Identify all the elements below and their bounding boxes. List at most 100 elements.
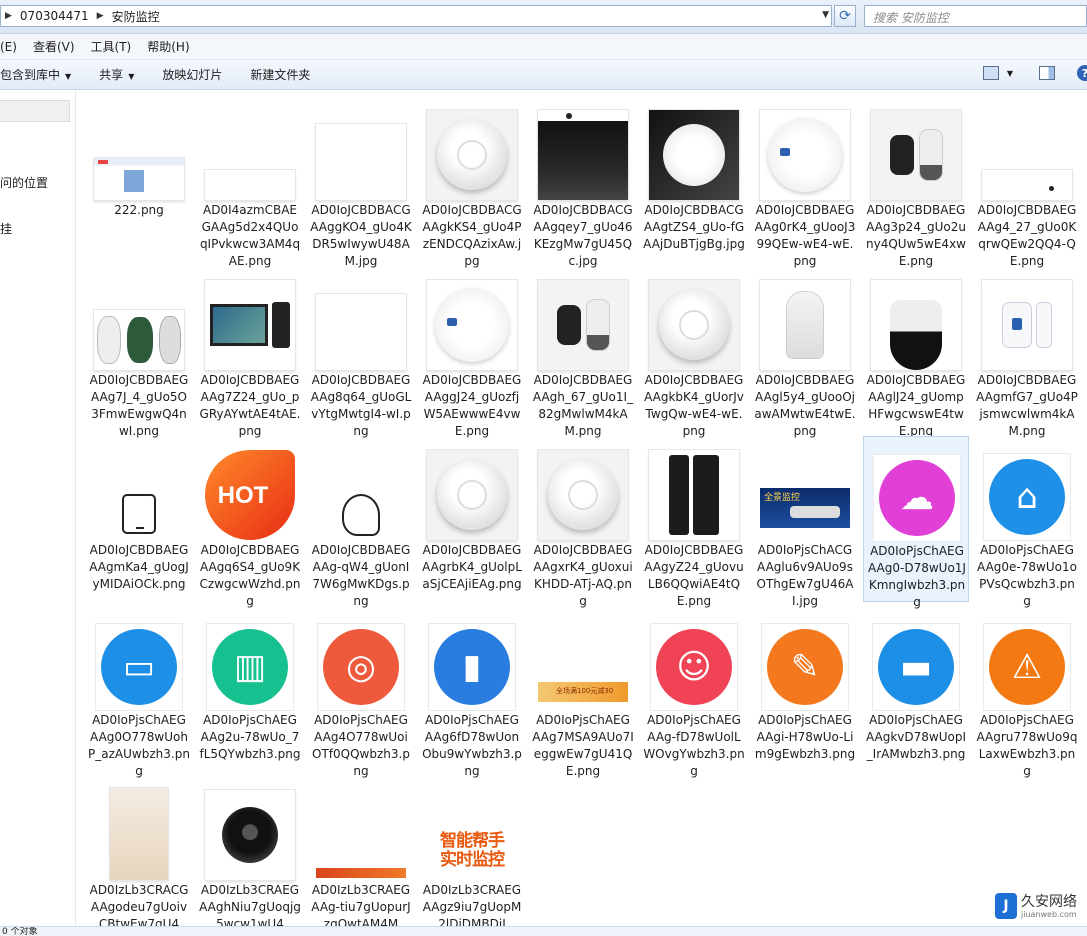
- file-item[interactable]: ▥ AD0IoPjsChAEGAAg2u-78wUo_7fL5QYwbzh3.pn…: [197, 606, 303, 772]
- search-input[interactable]: 搜索 安防监控: [864, 5, 1087, 27]
- file-thumbnail[interactable]: HOT: [205, 446, 295, 540]
- file-name[interactable]: AD0IoPjsChAEGAAg0-D78wUo1JKmngIwbzh3.png: [864, 543, 970, 611]
- file-item[interactable]: AD0IoJCBDBAEGAAggJ24_gUozfjW5AEwwwE4vwE.…: [419, 266, 525, 438]
- file-name[interactable]: AD0IoPjsChACGAAglu6v9AUo9sOThgEw7gU46AI.…: [752, 542, 858, 610]
- file-thumbnail[interactable]: [649, 446, 739, 540]
- file-thumbnail[interactable]: ▬: [871, 616, 961, 710]
- file-item[interactable]: AD0IoJCBDBAEGAAgmfG7_gUo4Pjsmwcwlwm4kAM.…: [974, 266, 1080, 438]
- file-thumbnail[interactable]: [760, 276, 850, 370]
- file-name[interactable]: AD0IoPjsChAEGAAgru778wUo9qLaxwEwbzh3.png: [974, 712, 1080, 780]
- file-thumbnail[interactable]: [316, 786, 406, 880]
- nav-item-recent-places[interactable]: 问的位置: [0, 174, 48, 191]
- file-name[interactable]: AD0IoJCBDBAEGAAgh_67_gUo1I_82gMwlwM4kAM.…: [530, 372, 636, 440]
- file-name[interactable]: AD0IoJCBDBAEGAAg7J_4_gUo5O3FmwEwgwQ4nwI.…: [86, 372, 192, 440]
- chevron-down-icon[interactable]: ▼: [1007, 69, 1013, 78]
- file-thumbnail[interactable]: 全景监控: [760, 446, 850, 540]
- file-name[interactable]: AD0IoJCBDBAEGAAgxrK4_gUoxuiKHDD-ATj-AQ.p…: [530, 542, 636, 610]
- file-item[interactable]: AD0IzLb3CRACGAAgodeu7gUoivCBtwEw7gU4: [86, 776, 192, 926]
- file-item[interactable]: AD0I4azmCBAEGAAg5d2x4QUoqIPvkwcw3AM4qAE.…: [197, 96, 303, 268]
- preview-pane-icon[interactable]: [1039, 66, 1055, 80]
- file-thumbnail[interactable]: [94, 106, 184, 200]
- new-folder-button[interactable]: 新建文件夹: [250, 66, 310, 83]
- file-item[interactable]: ⌂ AD0IoPjsChAEGAAg0e-78wUo1oPVsQcwbzh3.pn…: [974, 436, 1080, 608]
- file-thumbnail[interactable]: [982, 106, 1072, 200]
- file-name[interactable]: AD0IoPjsChAEGAAg0O778wUohP_azAUwbzh3.png: [86, 712, 192, 780]
- file-thumbnail[interactable]: [205, 276, 295, 370]
- file-name[interactable]: AD0IzLb3CRAEGAAgz9iu7gUopM2lDjDMBDiI: [419, 882, 525, 926]
- menu-edit[interactable]: (E): [0, 40, 17, 54]
- file-name[interactable]: AD0IoJCBDBAEGAAgl5y4_gUooOjawAMwtwE4twE.…: [752, 372, 858, 440]
- file-item[interactable]: ▮ AD0IoPjsChAEGAAg6fD78wUonObu9wYwbzh3.pn…: [419, 606, 525, 778]
- file-thumbnail[interactable]: 智能帮手 实时监控: [427, 786, 517, 880]
- file-name[interactable]: AD0IoJCBDBAEGAAg0rK4_gUooJ399QEw-wE4-wE.…: [752, 202, 858, 270]
- file-name[interactable]: AD0IoPjsChAEGAAg2u-78wUo_7fL5QYwbzh3.png: [197, 712, 303, 763]
- file-name[interactable]: AD0IoJCBDBAEGAAg-qW4_gUonI7W6gMwKDgs.png: [308, 542, 414, 610]
- menu-tools[interactable]: 工具(T): [91, 38, 132, 55]
- file-thumbnail[interactable]: 全场满100元减30: [538, 616, 628, 710]
- file-name[interactable]: AD0IoJCBDBAEGAAg8q64_gUoGLvYtgMwtgI4-wI.…: [308, 372, 414, 440]
- file-name[interactable]: AD0IoJCBDBAEGAAg7Z24_gUo_pGRyAYwtAE4tAE.…: [197, 372, 303, 440]
- file-item[interactable]: 全景监控 AD0IoPjsChACGAAglu6v9AUo9sOThgEw7gU4…: [752, 436, 858, 608]
- file-item[interactable]: AD0IzLb3CRAEGAAg-tiu7gUopurJzgQwtAM4M: [308, 776, 414, 926]
- file-item[interactable]: AD0IoJCBDBAEGAAg7Z24_gUo_pGRyAYwtAE4tAE.…: [197, 266, 303, 438]
- file-item[interactable]: ✎ AD0IoPjsChAEGAAgi-H78wUo-Lim9gEwbzh3.pn…: [752, 606, 858, 772]
- file-item[interactable]: 智能帮手 实时监控 AD0IzLb3CRAEGAAgz9iu7gUopM2lDjDM…: [419, 776, 525, 927]
- file-name[interactable]: AD0IoJCBDBAEGAAgkbK4_gUorJvTwgQw-wE4-wE.…: [641, 372, 747, 440]
- file-name[interactable]: AD0IzLb3CRAEGAAghNiu7gUoqjg5wcw1wU4: [197, 882, 303, 926]
- file-item[interactable]: ☺ AD0IoPjsChAEGAAg-fD78wUolLWOvgYwbzh3.pn…: [641, 606, 747, 778]
- breadcrumb-segment-2[interactable]: 安防监控: [112, 8, 160, 25]
- file-thumbnail[interactable]: [94, 276, 184, 370]
- file-thumbnail[interactable]: [871, 106, 961, 200]
- breadcrumb-segment-1[interactable]: 070304471: [20, 9, 89, 23]
- chevron-right-icon[interactable]: ▶: [5, 11, 12, 21]
- file-name[interactable]: AD0IoJCBDBACGAAgtZS4_gUo-fGAAjDuBTjgBg.j…: [641, 202, 747, 253]
- file-name[interactable]: AD0IoPjsChAEGAAg4O778wUoiOTf0QQwbzh3.png: [308, 712, 414, 780]
- share-button[interactable]: 共享 ▼: [99, 66, 134, 83]
- file-thumbnail[interactable]: ▭: [94, 616, 184, 710]
- file-name[interactable]: AD0IoPjsChAEGAAg6fD78wUonObu9wYwbzh3.png: [419, 712, 525, 780]
- file-thumbnail[interactable]: [427, 276, 517, 370]
- file-item[interactable]: AD0IoJCBDBAEGAAg0rK4_gUooJ399QEw-wE4-wE.…: [752, 96, 858, 268]
- file-item[interactable]: ▬ AD0IoPjsChAEGAAgkvD78wUopI_IrAMwbzh3.pn…: [863, 606, 969, 772]
- file-name[interactable]: AD0IoPjsChAEGAAgi-H78wUo-Lim9gEwbzh3.png: [752, 712, 858, 763]
- file-item[interactable]: AD0IoJCBDBAEGAAgyZ24_gUovuLB6QQwiAE4tQE.…: [641, 436, 747, 608]
- file-thumbnail[interactable]: ▮: [427, 616, 517, 710]
- file-item[interactable]: ▭ AD0IoPjsChAEGAAg0O778wUohP_azAUwbzh3.pn…: [86, 606, 192, 778]
- file-item[interactable]: AD0IoJCBDBACGAAgqey7_gUo46KEzgMw7gU45Qc.…: [530, 96, 636, 268]
- file-item[interactable]: ⚠ AD0IoPjsChAEGAAgru778wUo9qLaxwEwbzh3.pn…: [974, 606, 1080, 778]
- file-item[interactable]: AD0IoJCBDBAEGAAgrbK4_gUolpLaSjCEAjiEAg.p…: [419, 436, 525, 602]
- file-item[interactable]: AD0IoJCBDBAEGAAg3p24_gUo2uny4QUw5wE4xwE.…: [863, 96, 969, 268]
- file-name[interactable]: AD0IoJCBDBAEGAAgyZ24_gUovuLB6QQwiAE4tQE.…: [641, 542, 747, 610]
- file-name[interactable]: AD0IoPjsChAEGAAg-fD78wUolLWOvgYwbzh3.png: [641, 712, 747, 780]
- chevron-down-icon[interactable]: ▼: [822, 10, 829, 20]
- file-name[interactable]: AD0IoPjsChAEGAAg7MSA9AUo7IeggwEw7gU41QE.…: [530, 712, 636, 780]
- file-name[interactable]: AD0IoJCBDBAEGAAggJ24_gUozfjW5AEwwwE4vwE.…: [419, 372, 525, 440]
- file-item[interactable]: 全场满100元减30 AD0IoPjsChAEGAAg7MSA9AUo7Ieggw…: [530, 606, 636, 778]
- menu-view[interactable]: 查看(V): [33, 38, 75, 55]
- file-item[interactable]: AD0IoJCBDBAEGAAgh_67_gUo1I_82gMwlwM4kAM.…: [530, 266, 636, 438]
- file-item[interactable]: AD0IoJCBDBAEGAAgxrK4_gUoxuiKHDD-ATj-AQ.p…: [530, 436, 636, 608]
- file-item[interactable]: AD0IoJCBDBAEGAAgmKa4_gUogJyMIDAiOCk.png: [86, 436, 192, 602]
- file-thumbnail[interactable]: [982, 276, 1072, 370]
- file-thumbnail[interactable]: [760, 106, 850, 200]
- file-thumbnail[interactable]: [427, 446, 517, 540]
- nav-item-2[interactable]: 挂: [0, 220, 12, 237]
- file-thumbnail[interactable]: [649, 106, 739, 200]
- file-thumbnail[interactable]: [94, 786, 184, 880]
- file-thumbnail[interactable]: ☁: [872, 447, 962, 541]
- file-name[interactable]: AD0IoJCBDBACGAAgqey7_gUo46KEzgMw7gU45Qc.…: [530, 202, 636, 270]
- file-thumbnail[interactable]: [649, 276, 739, 370]
- file-item[interactable]: AD0IoJCBDBAEGAAg7J_4_gUo5O3FmwEwgwQ4nwI.…: [86, 266, 192, 438]
- file-name[interactable]: AD0IoJCBDBAEGAAg3p24_gUo2uny4QUw5wE4xwE.…: [863, 202, 969, 270]
- file-thumbnail[interactable]: ☺: [649, 616, 739, 710]
- chevron-right-icon[interactable]: ▶: [97, 11, 104, 21]
- file-thumbnail[interactable]: [538, 446, 628, 540]
- file-item[interactable]: AD0IoJCBDBACGAAgtZS4_gUo-fGAAjDuBTjgBg.j…: [641, 96, 747, 262]
- file-name[interactable]: AD0IoJCBDBACGAAggKO4_gUo4KDR5wIwywU48AM.…: [308, 202, 414, 270]
- file-name[interactable]: AD0IoPjsChAEGAAgkvD78wUopI_IrAMwbzh3.png: [863, 712, 969, 763]
- file-item[interactable]: AD0IzLb3CRAEGAAghNiu7gUoqjg5wcw1wU4: [197, 776, 303, 926]
- file-item[interactable]: ☁ AD0IoPjsChAEGAAg0-D78wUo1JKmngIwbzh3.pn…: [863, 436, 969, 609]
- menu-help[interactable]: 帮助(H): [147, 38, 189, 55]
- file-name[interactable]: AD0IoJCBDBAEGAAg4_27_gUo0KqrwQEw2QQ4-QE.…: [974, 202, 1080, 270]
- breadcrumb[interactable]: ▶ 070304471 ▶ 安防监控 ▼: [0, 5, 832, 27]
